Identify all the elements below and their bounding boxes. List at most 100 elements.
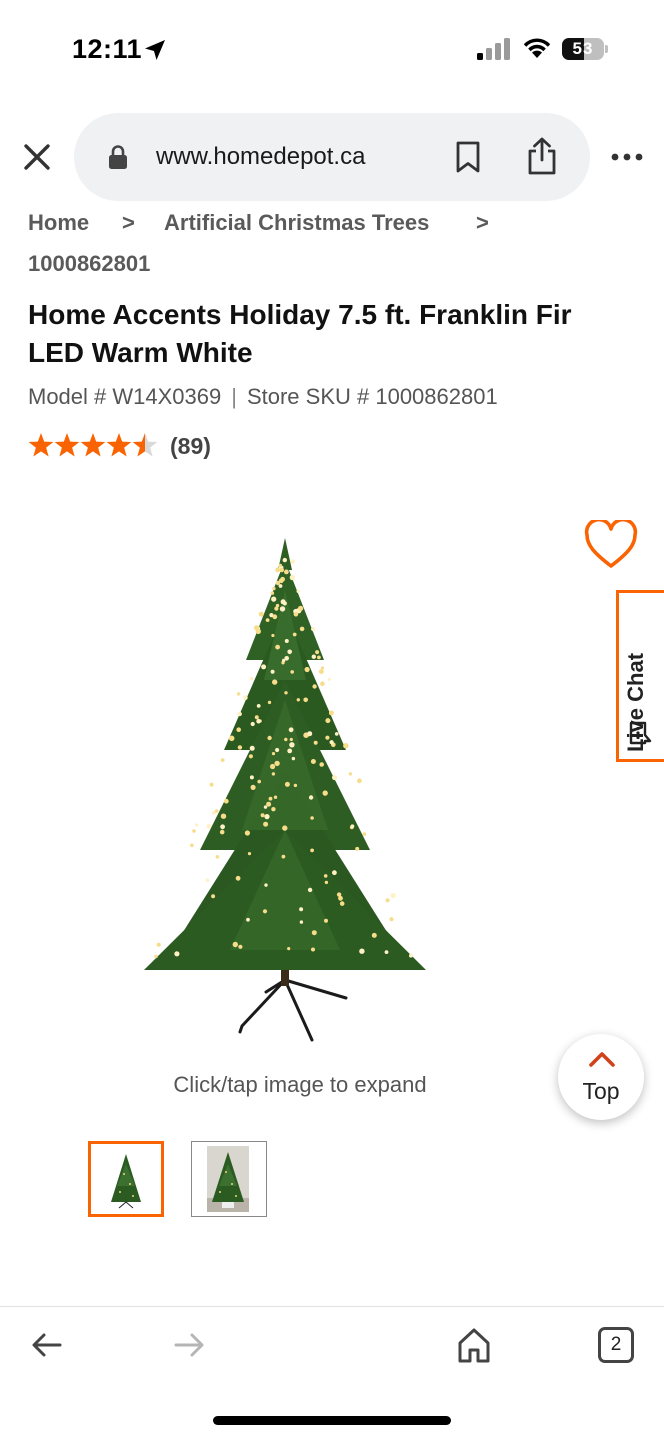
tree-light: [284, 569, 289, 575]
rating-star-icon: [54, 433, 80, 457]
tree-light: [228, 735, 235, 742]
url-text[interactable]: www.homedepot.ca: [156, 143, 365, 171]
tree-light: [311, 626, 316, 632]
tree-light: [195, 823, 199, 827]
tree-light: [315, 650, 320, 655]
tree-light: [270, 591, 275, 595]
tree-light: [282, 825, 288, 831]
home-indicator: [213, 1416, 451, 1425]
battery-icon: 53: [562, 38, 608, 60]
tree-light: [236, 727, 241, 732]
tree-light: [324, 880, 329, 885]
tree-light: [254, 625, 260, 631]
status-time: 12:11: [72, 34, 143, 64]
tree-light: [190, 843, 194, 848]
tree-light: [332, 774, 338, 781]
tree-light: [279, 606, 286, 612]
back-arrow-icon[interactable]: [30, 1330, 64, 1360]
tree-light: [211, 894, 216, 899]
share-icon[interactable]: [526, 136, 558, 176]
favorite-heart-icon[interactable]: [584, 520, 638, 570]
close-icon[interactable]: [18, 138, 56, 176]
chevron-up-icon[interactable]: [588, 1050, 616, 1068]
thumbnail-1[interactable]: [88, 1141, 164, 1217]
tree-light: [274, 760, 280, 767]
tree-light: [271, 633, 275, 638]
tree-light: [290, 559, 295, 564]
tree-light: [250, 784, 256, 790]
tree-light: [236, 692, 241, 696]
tree-light: [324, 918, 328, 923]
tree-light: [304, 666, 310, 673]
tree-light: [371, 932, 377, 938]
tree-light: [322, 790, 328, 796]
tree-light: [220, 813, 227, 819]
review-count[interactable]: (89): [170, 433, 211, 460]
tree-light: [275, 580, 280, 586]
tree-light: [312, 684, 317, 689]
home-icon[interactable]: [456, 1326, 492, 1364]
tree-light: [311, 947, 315, 952]
tree-light: [209, 782, 214, 787]
star-rating[interactable]: [28, 431, 168, 461]
tree-light: [296, 589, 300, 593]
scroll-to-top-button[interactable]: [558, 1034, 644, 1120]
tree-light: [264, 883, 268, 887]
tree-light: [318, 669, 324, 674]
breadcrumb-current[interactable]: 1000862801: [28, 251, 150, 277]
tree-light: [256, 704, 261, 708]
tree-light: [296, 698, 300, 702]
tree-light: [292, 632, 297, 637]
tree-light: [272, 614, 278, 620]
breadcrumb-home[interactable]: Home: [28, 210, 89, 236]
tree-light: [332, 870, 337, 876]
tree-light: [264, 814, 270, 820]
tree-light: [320, 666, 325, 670]
tree-light: [284, 781, 290, 787]
wifi-icon: [523, 38, 551, 58]
more-icon[interactable]: [610, 150, 644, 164]
bookmark-icon[interactable]: [454, 140, 482, 174]
tree-light: [246, 917, 250, 922]
tree-light: [270, 763, 276, 770]
tree-light: [267, 700, 272, 705]
product-brand[interactable]: Home Accents Holiday: [28, 299, 330, 330]
scroll-to-top-label[interactable]: Top: [558, 1078, 644, 1105]
tree-light: [272, 679, 278, 685]
tree-light: [313, 740, 318, 745]
tree-light: [215, 855, 220, 859]
tree-light: [289, 737, 293, 742]
tree-light: [284, 737, 288, 742]
tree-light: [282, 658, 286, 663]
tree-light: [290, 670, 294, 674]
tree-light: [390, 893, 396, 899]
tree-light: [289, 574, 296, 581]
tree-light: [267, 735, 272, 741]
tree-light: [325, 718, 331, 724]
thumbnail-tree-image: [111, 1154, 141, 1209]
tree-light: [311, 654, 316, 659]
tree-light: [385, 898, 390, 903]
expand-image-hint: Click/tap image to expand: [173, 1072, 427, 1097]
tree-light: [258, 611, 264, 617]
forward-arrow-icon[interactable]: [172, 1330, 206, 1360]
rating-star-icon: [28, 433, 54, 457]
identifier-divider: |: [231, 384, 237, 409]
thumbnail-tree-room-image: [207, 1146, 249, 1212]
tree-light: [261, 664, 267, 670]
tabs-count-button[interactable]: 2: [598, 1327, 634, 1363]
status-bar: 12:11 53: [0, 0, 664, 100]
tree-light: [287, 748, 293, 754]
tree-light: [307, 887, 313, 893]
tree-light: [271, 807, 276, 812]
breadcrumb-category[interactable]: Artificial Christmas Trees: [164, 210, 429, 236]
tree-light: [348, 772, 353, 776]
tree-light: [343, 743, 349, 749]
lock-icon: [109, 145, 127, 169]
tree-light: [268, 796, 273, 801]
thumbnail-2[interactable]: [191, 1141, 267, 1217]
product-image[interactable]: [130, 530, 440, 1050]
tree-light: [303, 697, 308, 703]
tree-light: [319, 762, 324, 767]
tree-light: [384, 950, 389, 954]
